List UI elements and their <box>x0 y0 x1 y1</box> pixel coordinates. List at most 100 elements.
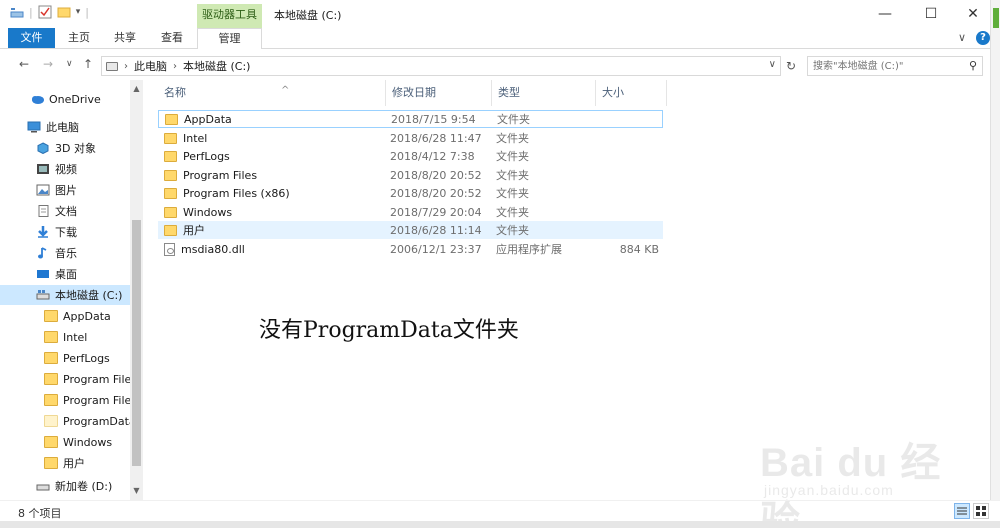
table-row[interactable]: Windows 2018/7/29 20:04 文件夹 <box>158 203 663 221</box>
nav-item-program-files[interactable]: Program Files <box>0 369 130 389</box>
help-icon[interactable]: ? <box>976 31 990 45</box>
file-date: 2018/7/29 20:04 <box>390 205 482 219</box>
customize-toolbar-icon[interactable]: ▾ <box>76 7 81 17</box>
column-header-size[interactable]: 大小 <box>596 80 667 106</box>
table-row[interactable]: Program Files 2018/8/20 20:52 文件夹 <box>158 166 663 184</box>
column-header-date[interactable]: 修改日期 <box>386 80 492 106</box>
scroll-down-icon[interactable]: ▼ <box>130 486 143 495</box>
folder-icon <box>165 113 178 125</box>
tab-view[interactable]: 查看 <box>153 28 191 48</box>
ribbon-controls: ∨ ? <box>958 31 990 45</box>
nav-item-this-pc[interactable]: 此电脑 <box>0 117 130 137</box>
new-folder-icon[interactable] <box>57 5 71 19</box>
folder-icon <box>164 150 177 162</box>
table-row[interactable]: Intel 2018/6/28 11:47 文件夹 <box>158 129 663 147</box>
file-name: Program Files (x86) <box>183 186 290 200</box>
maximize-button[interactable]: ☐ <box>908 0 954 28</box>
dll-file-icon <box>164 242 175 256</box>
folder-icon <box>164 169 177 181</box>
properties-icon[interactable] <box>38 5 52 19</box>
nav-scrollbar[interactable]: ▲ ▼ <box>130 80 143 500</box>
tab-manage[interactable]: 管理 <box>197 28 262 49</box>
nav-item-onedrive[interactable]: OneDrive <box>0 89 130 109</box>
breadcrumb-separator[interactable]: › <box>124 61 128 72</box>
expand-ribbon-icon[interactable]: ∨ <box>958 31 966 45</box>
file-type: 文件夹 <box>496 187 529 200</box>
minimize-button[interactable]: — <box>862 0 908 28</box>
nav-item-new-volume-d[interactable]: 新加卷 (D:) <box>0 476 130 496</box>
details-view-button[interactable] <box>954 503 970 519</box>
baidu-watermark: Bai du 经验 jingyan.baidu.com <box>760 420 960 528</box>
scrollbar-thumb[interactable] <box>132 220 141 466</box>
folder-icon <box>44 415 58 427</box>
file-name: msdia80.dll <box>181 242 245 256</box>
download-icon <box>36 226 50 238</box>
recent-locations-button[interactable]: ∨ <box>66 59 73 69</box>
item-count: 8 个项目 <box>18 507 62 520</box>
table-row[interactable]: Program Files (x86) 2018/8/20 20:52 文件夹 <box>158 184 663 202</box>
nav-item-windows[interactable]: Windows <box>0 432 130 452</box>
search-box[interactable]: ⚲ <box>807 56 983 76</box>
column-header-type[interactable]: 类型 <box>492 80 596 106</box>
refresh-button[interactable]: ↻ <box>782 57 800 75</box>
nav-item-intel[interactable]: Intel <box>0 327 130 347</box>
up-button[interactable]: ↑ <box>83 57 93 71</box>
nav-item-3d-objects[interactable]: 3D 对象 <box>0 138 130 158</box>
tab-file[interactable]: 文件 <box>8 28 55 48</box>
table-row[interactable]: msdia80.dll 2006/12/1 23:37 应用程序扩展 884 K… <box>158 240 663 258</box>
table-row[interactable]: PerfLogs 2018/4/12 7:38 文件夹 <box>158 147 663 165</box>
navigation-bar: ← → ∨ ↑ › 此电脑 › 本地磁盘 (C:) ∨ ↻ ⚲ <box>0 52 1000 78</box>
background-window-marker <box>993 8 999 28</box>
navigation-pane: OneDrive 此电脑 3D 对象 视频 图片 文档 下载 音乐 桌面 本地磁… <box>0 80 143 500</box>
nav-item-programdata[interactable]: ProgramData <box>0 411 130 431</box>
search-input[interactable] <box>808 57 958 75</box>
breadcrumb-separator[interactable]: › <box>173 61 177 72</box>
folder-icon <box>164 224 177 236</box>
music-icon <box>36 247 50 259</box>
tab-share[interactable]: 共享 <box>106 28 144 48</box>
nav-item-label: 图片 <box>55 184 77 197</box>
nav-item-videos[interactable]: 视频 <box>0 159 130 179</box>
window-bottom-edge <box>0 521 1000 528</box>
video-icon <box>36 163 50 175</box>
large-icons-view-button[interactable] <box>973 503 989 519</box>
nav-item-label: OneDrive <box>49 92 101 106</box>
explorer-icon[interactable] <box>10 5 24 19</box>
breadcrumb-this-pc[interactable]: 此电脑 <box>134 58 167 74</box>
folder-icon <box>44 310 58 322</box>
nav-item-appdata[interactable]: AppData <box>0 306 130 326</box>
drive-icon <box>36 480 50 492</box>
nav-item-downloads[interactable]: 下载 <box>0 222 130 242</box>
nav-item-label: AppData <box>63 309 111 323</box>
desktop-icon <box>36 268 50 280</box>
column-header-name[interactable]: 名称 ^ <box>158 80 386 106</box>
nav-item-program-files-x86[interactable]: Program Files <box>0 390 130 410</box>
search-icon[interactable]: ⚲ <box>969 59 977 72</box>
table-row[interactable]: 用户 2018/6/28 11:14 文件夹 <box>158 221 663 239</box>
back-button[interactable]: ← <box>19 57 29 71</box>
nav-item-label: Windows <box>63 435 113 449</box>
breadcrumb-local-disk[interactable]: 本地磁盘 (C:) <box>183 58 250 74</box>
context-tab-group: 驱动器工具 <box>197 4 262 28</box>
nav-item-local-disk-c[interactable]: 本地磁盘 (C:) <box>0 285 130 305</box>
nav-item-label: 下载 <box>55 226 77 239</box>
forward-button[interactable]: → <box>43 57 53 71</box>
nav-item-desktop[interactable]: 桌面 <box>0 264 130 284</box>
nav-item-perflogs[interactable]: PerfLogs <box>0 348 130 368</box>
address-bar[interactable]: › 此电脑 › 本地磁盘 (C:) ∨ <box>101 56 781 76</box>
file-type: 文件夹 <box>496 224 529 237</box>
nav-item-documents[interactable]: 文档 <box>0 201 130 221</box>
nav-item-pictures[interactable]: 图片 <box>0 180 130 200</box>
scroll-up-icon[interactable]: ▲ <box>130 84 143 93</box>
nav-item-users[interactable]: 用户 <box>0 453 130 473</box>
address-dropdown-icon[interactable]: ∨ <box>769 59 776 70</box>
toolbar-divider: | <box>85 5 89 19</box>
tab-home[interactable]: 主页 <box>60 28 98 48</box>
file-name: Program Files <box>183 168 258 182</box>
folder-icon <box>44 394 58 406</box>
file-date: 2018/8/20 20:52 <box>390 168 482 182</box>
table-row[interactable]: AppData 2018/7/15 9:54 文件夹 <box>158 110 663 128</box>
nav-item-music[interactable]: 音乐 <box>0 243 130 263</box>
folder-icon <box>44 352 58 364</box>
computer-icon <box>27 121 41 133</box>
